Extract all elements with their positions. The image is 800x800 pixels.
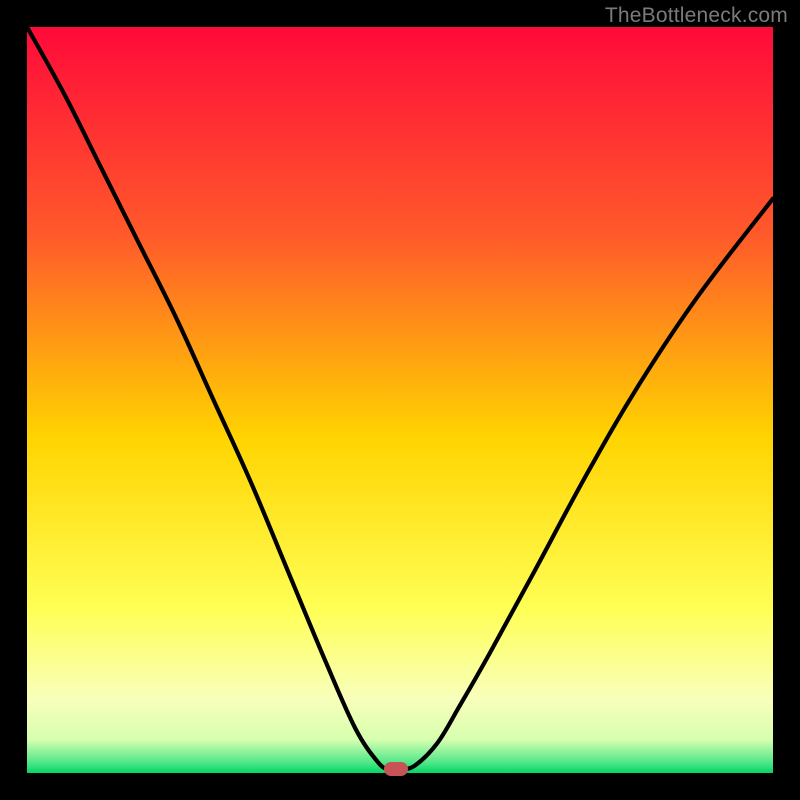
gradient-background: [27, 27, 773, 773]
chart-frame: TheBottleneck.com: [0, 0, 800, 800]
bottleneck-marker: [384, 762, 408, 776]
plot-svg: [27, 27, 773, 773]
watermark-text: TheBottleneck.com: [605, 4, 788, 28]
plot-area: [27, 27, 773, 773]
